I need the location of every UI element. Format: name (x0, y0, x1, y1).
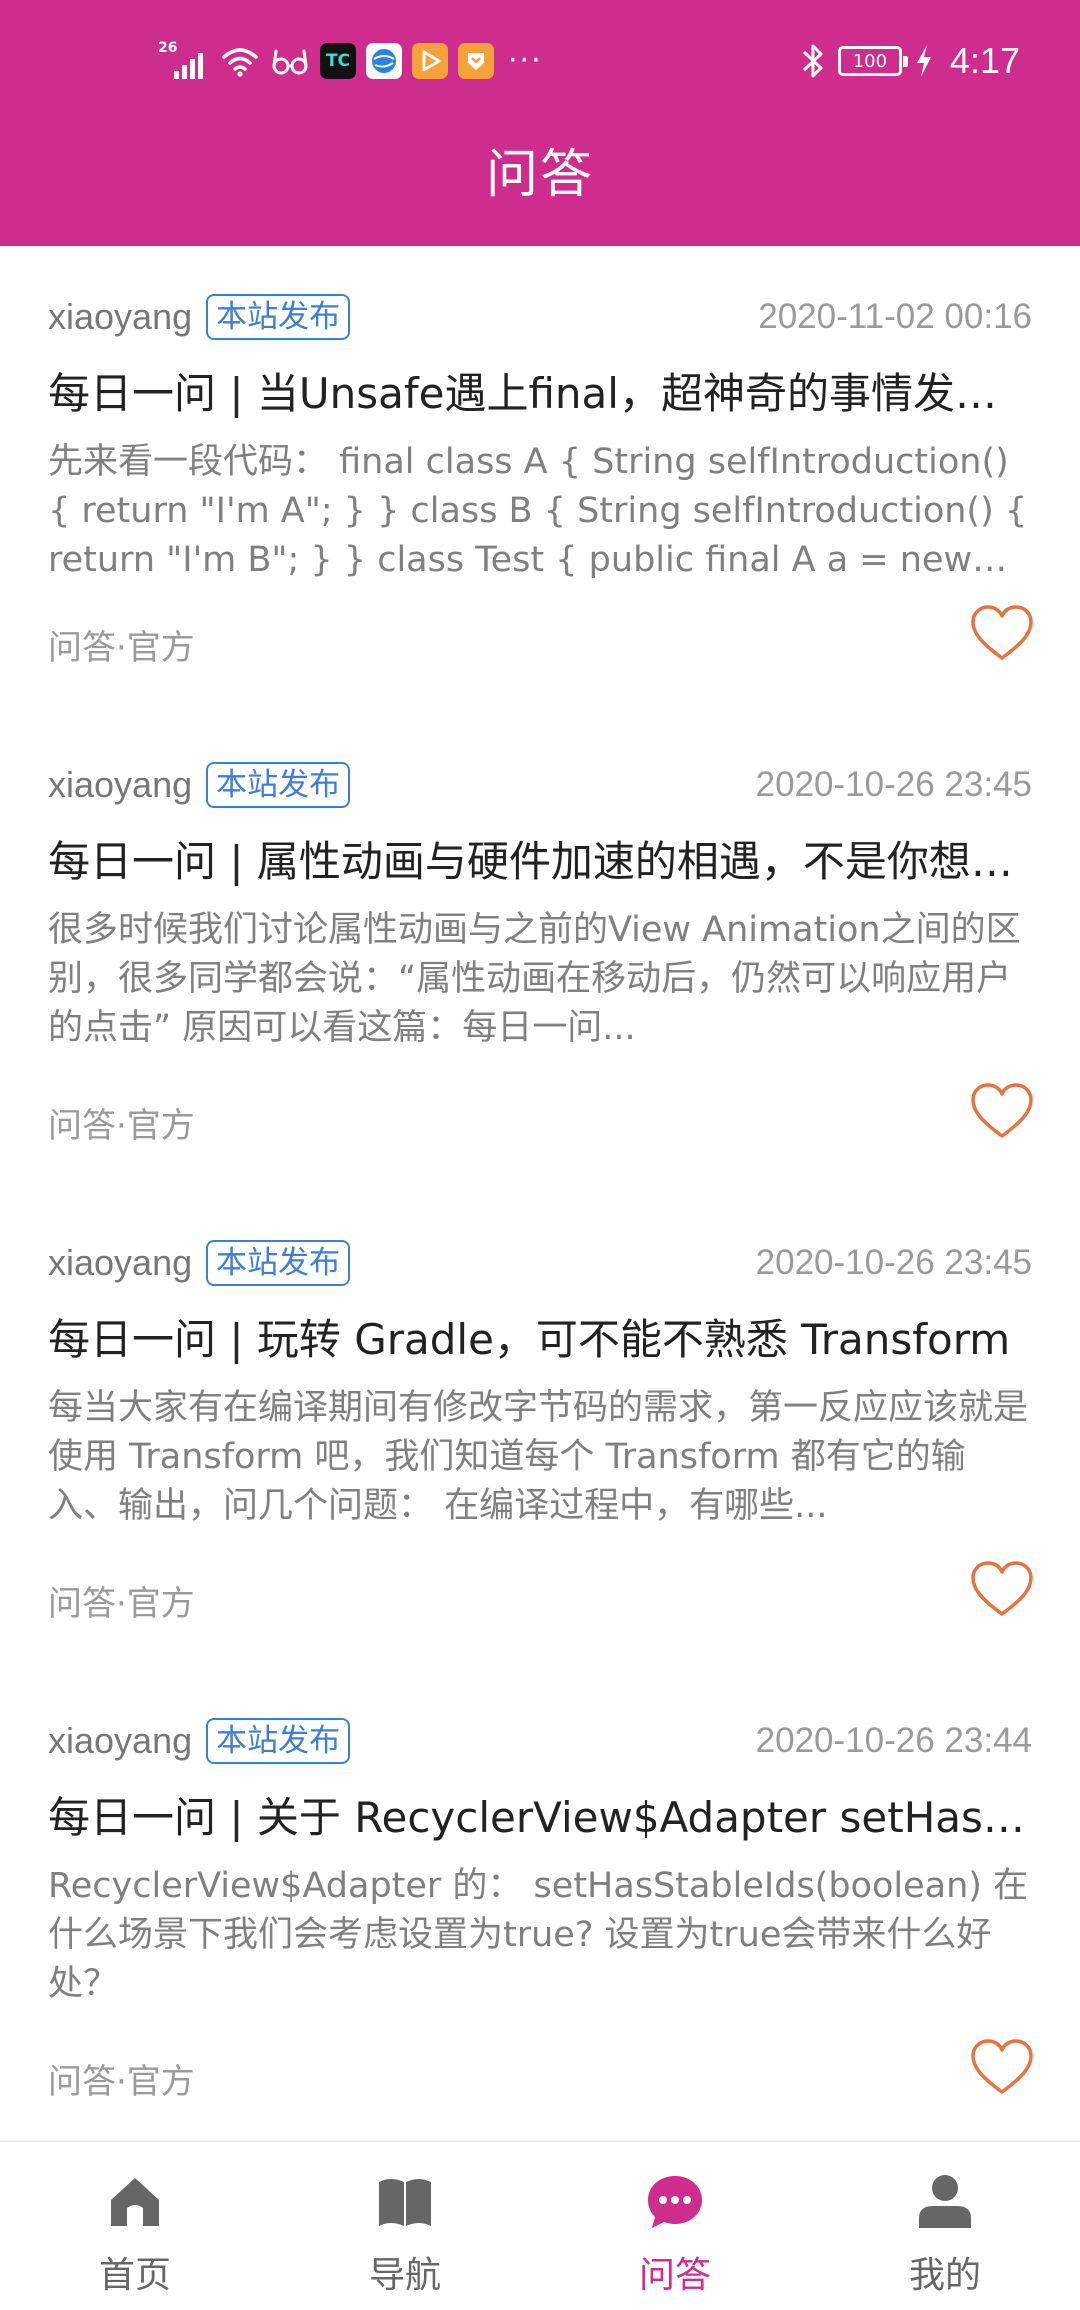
battery-icon: 100 (837, 46, 908, 76)
glasses-icon (272, 49, 308, 75)
article-chapter[interactable]: 问答·官方 (48, 1098, 195, 1146)
app-heart-icon (458, 43, 494, 79)
nav-item-home[interactable]: 首页 (0, 2142, 270, 2310)
article-title[interactable]: 每日一问 | 关于 RecyclerView$Adapter setHasSta… (48, 1790, 1032, 1846)
site-published-badge: 本站发布 (206, 1240, 351, 1286)
site-published-badge: 本站发布 (206, 294, 351, 340)
article-card[interactable]: xiaoyang 本站发布 2020-10-26 23:45 每日一问 | 属性… (0, 714, 1080, 1192)
article-meta: xiaoyang 本站发布 2020-10-26 23:45 (48, 1240, 1032, 1286)
article-title[interactable]: 每日一问 | 玩转 Gradle，可不能不熟悉 Transform (48, 1312, 1032, 1368)
site-published-badge: 本站发布 (206, 762, 351, 808)
battery-level: 100 (852, 50, 888, 72)
heart-outline-icon (971, 2039, 1033, 2094)
site-published-badge: 本站发布 (206, 1718, 351, 1764)
home-icon (105, 2172, 165, 2232)
article-card[interactable]: xiaoyang 本站发布 2020-11-02 00:16 每日一问 | 当U… (0, 246, 1080, 724)
article-description: 很多时候我们讨论属性动画与之前的View Animation之间的区别，很多同学… (48, 910, 1021, 1048)
nav-label-home: 首页 (98, 2255, 171, 2296)
bottom-navigation: 首页 导航 问答 我的 (0, 2140, 1080, 2310)
status-bar: 26 TC ··· 100 4:17 (0, 0, 1080, 122)
chat-bubble-icon (645, 2172, 705, 2232)
book-icon (375, 2172, 435, 2232)
nav-item-navigation[interactable]: 导航 (270, 2142, 540, 2310)
article-meta: xiaoyang 本站发布 2020-10-26 23:44 (48, 1718, 1032, 1764)
user-icon (915, 2172, 975, 2232)
article-author[interactable]: xiaoyang (48, 1720, 192, 1762)
top-app-bar: 26 TC ··· 100 4:17 问答 (0, 0, 1080, 246)
app-play-icon (412, 43, 448, 79)
article-author[interactable]: xiaoyang (48, 764, 192, 806)
article-date: 2020-10-26 23:45 (755, 765, 1032, 804)
article-description: 每当大家有在编译期间有修改字节码的需求，第一反应应该就是使用 Transform… (48, 1388, 1029, 1526)
nav-label-mine: 我的 (908, 2255, 981, 2296)
article-author[interactable]: xiaoyang (48, 1242, 192, 1284)
article-date: 2020-10-26 23:44 (755, 1721, 1032, 1760)
more-notifications-indicator: ··· (508, 43, 543, 78)
status-bar-right: 100 4:17 (800, 36, 1020, 86)
article-date: 2020-11-02 00:16 (758, 297, 1032, 336)
article-card[interactable]: xiaoyang 本站发布 2020-10-26 23:45 每日一问 | 玩转… (0, 1192, 1080, 1670)
status-time: 4:17 (949, 40, 1020, 81)
article-chapter[interactable]: 问答·官方 (48, 2054, 195, 2102)
heart-outline-icon (971, 605, 1033, 660)
like-button[interactable] (970, 1082, 1034, 1140)
charging-icon (916, 45, 931, 77)
article-author[interactable]: xiaoyang (48, 296, 192, 338)
article-description: RecyclerView$Adapter 的： setHasStableIds(… (48, 1866, 1029, 2004)
status-bar-left: 26 TC ··· (158, 36, 543, 86)
signal-icon: 26 (158, 41, 210, 81)
nav-item-qa[interactable]: 问答 (540, 2142, 810, 2310)
nav-item-mine[interactable]: 我的 (810, 2142, 1080, 2310)
heart-outline-icon (971, 1561, 1033, 1616)
app-globe-icon (366, 43, 402, 79)
like-button[interactable] (970, 2038, 1034, 2096)
like-button[interactable] (970, 604, 1034, 662)
nav-label-navigation: 导航 (368, 2255, 441, 2296)
wifi-icon (222, 48, 258, 77)
article-meta: xiaoyang 本站发布 2020-10-26 23:45 (48, 762, 1032, 808)
article-description: 先来看一段代码： final class A { String selfIntr… (48, 442, 1028, 580)
article-meta: xiaoyang 本站发布 2020-11-02 00:16 (48, 294, 1032, 340)
like-button[interactable] (970, 1560, 1034, 1618)
article-chapter[interactable]: 问答·官方 (48, 620, 195, 668)
app-screen: 26 TC ··· 100 4:17 问答 xiaoyang 本站发布 2020… (0, 0, 1080, 2310)
nav-label-qa: 问答 (638, 2255, 711, 2296)
qa-article-list[interactable]: xiaoyang 本站发布 2020-11-02 00:16 每日一问 | 当U… (0, 246, 1080, 2140)
article-chapter[interactable]: 问答·官方 (48, 1576, 195, 1624)
article-card[interactable]: xiaoyang 本站发布 2020-10-26 23:44 每日一问 | 关于… (0, 1670, 1080, 2140)
bluetooth-icon (802, 44, 823, 78)
article-title[interactable]: 每日一问 | 属性动画与硬件加速的相遇，不是你想的那样 (48, 834, 1032, 890)
page-title: 问答 (485, 145, 594, 205)
heart-outline-icon (971, 1083, 1033, 1138)
article-title[interactable]: 每日一问 | 当Unsafe遇上final，超神奇的事情发生了 (48, 366, 1032, 422)
app-tc-icon: TC (320, 43, 356, 79)
article-date: 2020-10-26 23:45 (755, 1243, 1032, 1282)
